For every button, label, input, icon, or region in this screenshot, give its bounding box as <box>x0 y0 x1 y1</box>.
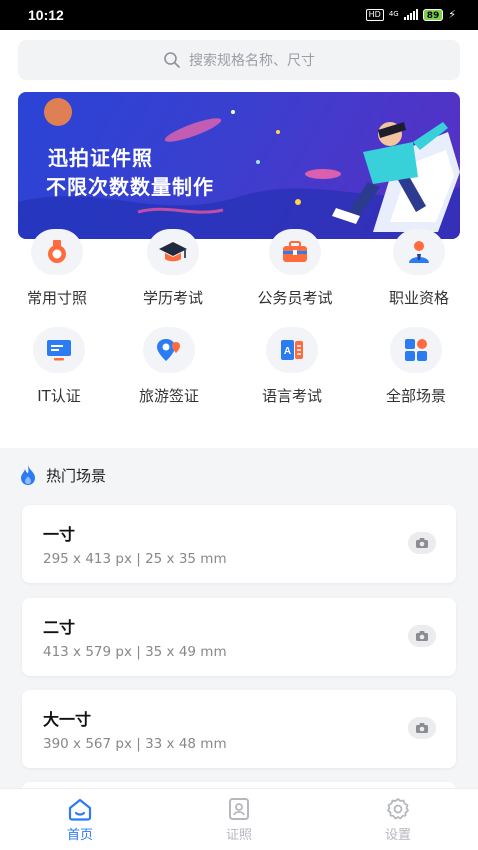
id-photo-icon <box>199 797 279 821</box>
camera-icon[interactable] <box>408 717 436 739</box>
medal-icon <box>31 229 83 275</box>
spec-name: 一寸 <box>43 525 76 544</box>
camera-icon[interactable] <box>408 532 436 554</box>
camera-icon[interactable] <box>408 625 436 647</box>
category-language-exam[interactable]: A 语言考试 <box>237 327 347 406</box>
grid-apps-icon <box>390 327 442 373</box>
spec-name: 大一寸 <box>43 710 92 729</box>
language-book-icon: A <box>266 327 318 373</box>
category-it-certification[interactable]: IT认证 <box>4 327 114 406</box>
tab-id-photo[interactable]: 证照 <box>199 797 279 843</box>
category-education-exam[interactable]: 学历考试 <box>118 229 228 308</box>
category-civil-service-exam[interactable]: 公务员考试 <box>240 229 350 308</box>
map-pin-icon <box>143 327 195 373</box>
category-common-photo[interactable]: 常用寸照 <box>2 229 112 308</box>
search-placeholder: 搜索规格名称、尺寸 <box>189 53 315 69</box>
tab-home[interactable]: 首页 <box>40 797 120 843</box>
battery-icon: 89 <box>422 8 444 21</box>
promo-banner[interactable]: 迅拍证件照 不限次数数量制作 <box>18 92 460 239</box>
bottom-tab-bar: 首页 证照 设置 <box>0 788 478 850</box>
network-label: 4G <box>388 10 399 18</box>
tab-settings[interactable]: 设置 <box>358 797 438 843</box>
signal-icon <box>403 9 418 20</box>
hot-section-title: 热门场景 <box>18 464 106 486</box>
hd-badge: HD <box>365 8 384 21</box>
charging-icon: ⚡ <box>448 8 456 21</box>
spec-size: 295 x 413 px | 25 x 35 mm <box>43 551 227 567</box>
category-travel-visa[interactable]: 旅游签证 <box>114 327 224 406</box>
status-icons: HD 4G 89 ⚡ <box>365 8 456 21</box>
status-time: 10:12 <box>28 7 64 23</box>
search-icon <box>164 52 180 68</box>
gear-icon <box>358 797 438 821</box>
spec-card-two-inch[interactable]: 二寸 413 x 579 px | 35 x 49 mm <box>22 598 456 676</box>
search-bar[interactable]: 搜索规格名称、尺寸 <box>18 40 460 80</box>
spec-size: 390 x 567 px | 33 x 48 mm <box>43 736 227 752</box>
category-all-scenarios[interactable]: 全部场景 <box>361 327 471 406</box>
spec-name: 二寸 <box>43 618 76 637</box>
briefcase-icon <box>269 229 321 275</box>
user-badge-icon <box>393 229 445 275</box>
banner-subtitle: 不限次数数量制作 <box>46 175 214 199</box>
graduation-cap-icon <box>147 229 199 275</box>
home-icon <box>40 797 120 821</box>
spec-card-one-inch[interactable]: 一寸 295 x 413 px | 25 x 35 mm <box>22 505 456 583</box>
banner-title: 迅拍证件照 <box>48 146 153 170</box>
category-professional-qualification[interactable]: 职业资格 <box>364 229 474 308</box>
spec-card-large-one-inch[interactable]: 大一寸 390 x 567 px | 33 x 48 mm <box>22 690 456 768</box>
spec-size: 413 x 579 px | 35 x 49 mm <box>43 644 227 660</box>
status-bar: 10:12 HD 4G 89 ⚡ <box>0 0 478 30</box>
flame-icon <box>21 465 35 485</box>
svg-text:A: A <box>284 346 291 357</box>
monitor-icon <box>33 327 85 373</box>
